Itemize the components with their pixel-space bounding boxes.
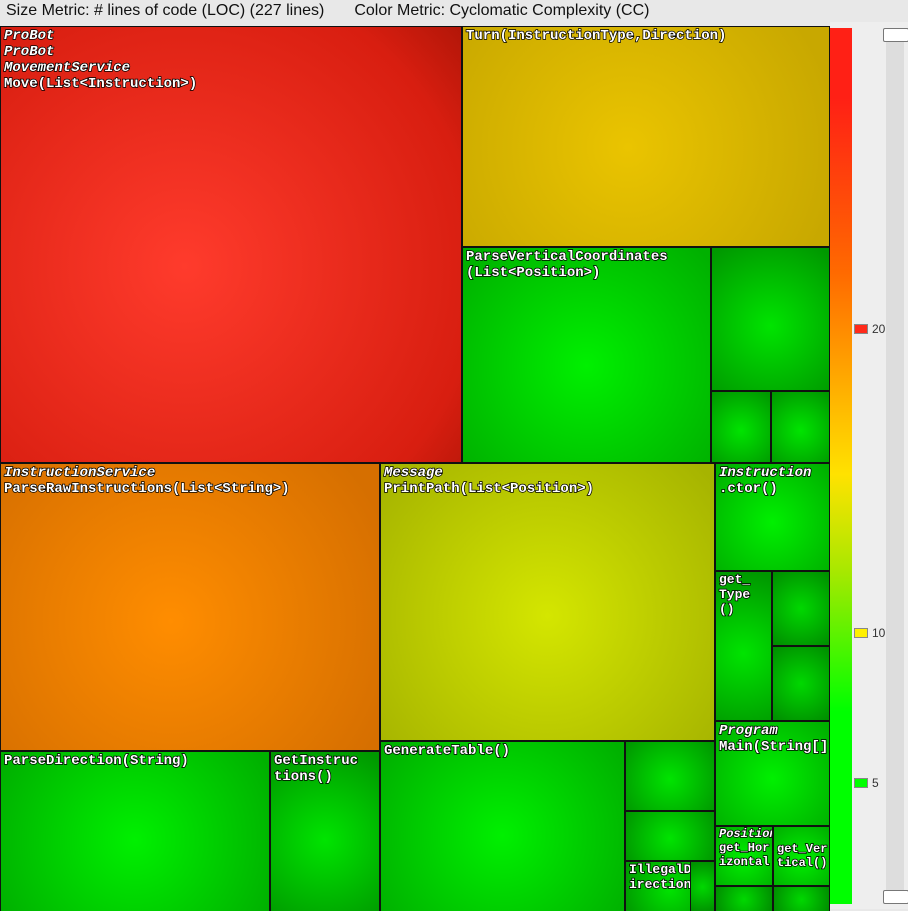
- cell-get-type[interactable]: get_ Type (): [715, 571, 772, 721]
- color-metric-label: Color Metric: Cyclomatic Complexity (CC): [354, 2, 649, 24]
- cell-get-vertical[interactable]: get_Ver tical(): [773, 826, 830, 886]
- legend-tick-20: 20: [854, 322, 885, 336]
- legend-tick-5: 5: [854, 776, 879, 790]
- legend-slider[interactable]: [886, 28, 904, 904]
- cell-generate-table[interactable]: GenerateTable(): [380, 741, 625, 911]
- cell-m2[interactable]: [625, 811, 715, 861]
- cell-move[interactable]: ProBot ProBot MovementService Move(List<…: [0, 26, 462, 463]
- treemap-canvas: ProBot ProBot MovementService Move(List<…: [0, 26, 908, 911]
- cell-turn[interactable]: Turn(InstructionType,Direction): [462, 26, 830, 247]
- cell-p1[interactable]: [715, 886, 773, 911]
- slider-thumb-top[interactable]: [883, 28, 908, 42]
- legend-gradient: [830, 28, 852, 904]
- cell-m4[interactable]: [690, 861, 715, 911]
- cell-parse-vertical[interactable]: ParseVerticalCoordinates(List<Position>): [462, 247, 711, 463]
- cell-ix1[interactable]: [772, 571, 830, 646]
- color-legend: 20 10 5: [830, 22, 908, 909]
- cell-ix2[interactable]: [772, 646, 830, 721]
- legend-tick-10: 10: [854, 626, 885, 640]
- cell-small-1[interactable]: [711, 247, 830, 391]
- cell-parse-direction[interactable]: ParseDirection(String): [0, 751, 270, 911]
- cell-print-path[interactable]: Message PrintPath(List<Position>): [380, 463, 715, 741]
- cell-get-instructions[interactable]: GetInstruc tions(): [270, 751, 380, 911]
- cell-small-3[interactable]: [771, 391, 830, 463]
- cell-parse-raw[interactable]: InstructionService ParseRawInstructions(…: [0, 463, 380, 751]
- cell-get-horizontal[interactable]: Position get_Hor izontal: [715, 826, 773, 886]
- cell-small-2[interactable]: [711, 391, 771, 463]
- cell-p2[interactable]: [773, 886, 830, 911]
- cell-m1[interactable]: [625, 741, 715, 811]
- cell-instruction-ctor[interactable]: Instruction .ctor(): [715, 463, 830, 571]
- cell-program-main[interactable]: Program Main(String[]): [715, 721, 830, 826]
- size-metric-label: Size Metric: # lines of code (LOC) (227 …: [6, 2, 324, 24]
- slider-thumb-bottom[interactable]: [883, 890, 908, 904]
